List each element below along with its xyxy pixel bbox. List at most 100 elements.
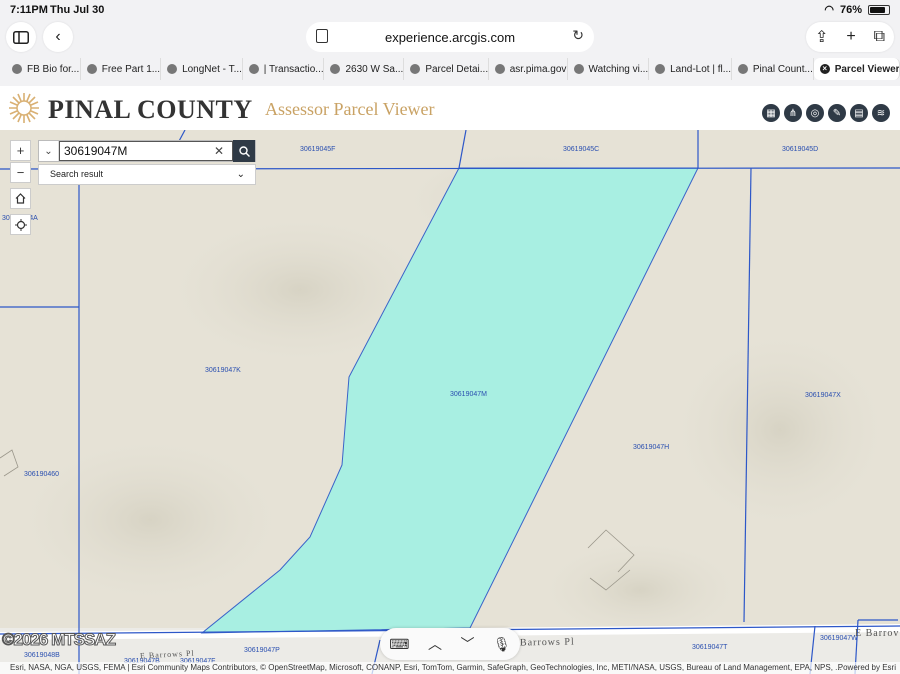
clear-search-button[interactable]: ✕ — [214, 142, 224, 160]
tab-bar: FB Bio for... Free Part 1... LongNet - T..… — [0, 58, 900, 80]
favicon-icon — [737, 64, 748, 74]
browser-tab[interactable]: LongNet - T... — [161, 58, 243, 80]
search-button[interactable] — [233, 140, 255, 162]
widget-toolbar: ▦ ⋔ ◎ ✎ ▤ ≋ — [762, 104, 890, 122]
close-tab-icon[interactable]: × — [819, 64, 830, 74]
locate-button[interactable] — [10, 214, 31, 235]
tab-label: | Transactio... — [263, 63, 324, 75]
home-icon — [15, 193, 26, 204]
browser-tab[interactable]: Watching vi... — [568, 58, 650, 80]
map-attribution: Esri, NASA, NGA, USGS, FEMA | Esri Commu… — [0, 662, 900, 674]
battery-percent: 76% — [839, 3, 862, 16]
search-input-value: 30619047M — [64, 144, 128, 158]
favicon-icon — [167, 64, 178, 74]
app-header: PINAL COUNTY Assessor Parcel Viewer ▦ ⋔ … — [0, 86, 900, 130]
search-input[interactable]: 30619047M ✕ — [59, 141, 233, 161]
reload-icon[interactable]: ↻ — [572, 27, 584, 44]
tab-overview-button[interactable]: ⧉ — [874, 28, 885, 46]
battery-icon — [868, 4, 890, 15]
pinal-county-sun-logo — [9, 93, 39, 123]
tab-label: Parcel Viewer — [834, 63, 900, 75]
tab-label: Watching vi... — [588, 63, 649, 75]
status-indicators: ◠ 76% — [824, 3, 890, 16]
favicon-icon — [86, 64, 97, 74]
app-title: Assessor Parcel Viewer — [265, 99, 435, 119]
tab-label: Pinal Count... — [752, 63, 813, 75]
print-icon[interactable]: ▤ — [850, 104, 868, 122]
powered-by-esri[interactable]: Powered by Esri — [838, 662, 896, 674]
browser-tab[interactable]: asr.pima.gov — [489, 58, 568, 80]
sidebar-icon — [13, 30, 29, 44]
parcel-label: 30619045D — [782, 146, 819, 153]
tab-label: Free Part 1... — [101, 63, 161, 75]
favicon-icon — [330, 64, 341, 74]
parcel-label: 30619048B — [24, 652, 60, 659]
browser-tab[interactable]: × Parcel Viewer — [813, 58, 900, 80]
locate-icon — [14, 218, 27, 231]
sidebar-toggle-button[interactable] — [6, 22, 36, 52]
tab-label: Parcel Detai... — [425, 63, 489, 75]
favicon-icon — [494, 64, 505, 74]
search-result-dropdown[interactable]: Search result ⌄ — [38, 164, 256, 185]
chevron-up-icon[interactable]: ︿ — [428, 634, 442, 654]
favicon-icon — [248, 64, 259, 74]
parcel-label-selected: 30619047M — [450, 391, 487, 398]
chevron-down-icon: ⌄ — [44, 145, 53, 157]
parcel-label: 30619045F — [300, 146, 336, 153]
draw-icon[interactable]: ✎ — [828, 104, 846, 122]
favicon-icon — [410, 64, 421, 74]
basemap-icon[interactable]: ≋ — [872, 104, 890, 122]
parcel-label: 30619047H — [633, 444, 670, 451]
parcel-label: 30619047T — [692, 644, 728, 651]
parcel-label: 30619047W — [820, 635, 858, 642]
tab-label: LongNet - T... — [182, 63, 242, 75]
browser-tab[interactable]: | Transactio... — [243, 58, 325, 80]
measure-icon[interactable]: ◎ — [806, 104, 824, 122]
parcel-label: 306190460 — [24, 471, 60, 478]
microphone-icon[interactable]: 🎙 — [493, 636, 511, 653]
reader-icon — [316, 29, 328, 43]
search-source-dropdown[interactable]: ⌄ — [39, 141, 59, 161]
parcel-label: 30619047P — [244, 647, 280, 654]
new-tab-button[interactable]: + — [846, 28, 855, 46]
zoom-in-button[interactable]: + — [10, 140, 31, 161]
search-icon — [238, 145, 250, 157]
status-bar: 7:11PM Thu Jul 30 ◠ 76% — [0, 0, 900, 20]
browser-tab[interactable]: Parcel Detai... — [404, 58, 489, 80]
favicon-icon — [655, 64, 666, 74]
browser-tab[interactable]: 2630 W Sa... — [324, 58, 405, 80]
status-time: 7:11PM — [10, 4, 48, 16]
keyboard-icon[interactable]: ⌨ — [389, 636, 409, 653]
keyboard-accessory-bar: ⌨ ︿ ﹀ 🎙 — [380, 628, 520, 660]
map-view[interactable]: 30619045F 30619045C 30619045D 30619044A … — [0, 130, 900, 674]
address-text: experience.arcgis.com — [384, 29, 516, 45]
favicon-icon — [573, 64, 584, 74]
parcel-label: 30619047X — [805, 392, 841, 399]
tab-label: FB Bio for... — [27, 63, 80, 75]
county-logo-text: PINAL COUNTY — [48, 95, 253, 124]
attribution-text: Esri, NASA, NGA, USGS, FEMA | Esri Commu… — [10, 663, 842, 672]
browser-tab[interactable]: Land-Lot | fl... — [649, 58, 732, 80]
share-icon[interactable]: ⋔ — [784, 104, 802, 122]
parcel-label: 30619045C — [563, 146, 600, 153]
wifi-icon: ◠ — [824, 4, 834, 16]
watermark: ©2026 MTSSAZ — [2, 630, 117, 650]
road-label: Barrows Pl — [519, 636, 575, 649]
chevron-left-icon: ‹ — [55, 28, 61, 45]
home-button[interactable] — [10, 188, 31, 209]
tab-label: asr.pima.gov — [509, 63, 567, 75]
tab-label: 2630 W Sa... — [345, 63, 404, 75]
search-widget: ⌄ 30619047M ✕ — [38, 140, 256, 162]
address-bar[interactable]: experience.arcgis.com ↻ — [306, 22, 594, 52]
map-canvas — [0, 130, 900, 674]
zoom-out-button[interactable]: − — [10, 162, 31, 183]
chevron-down-icon[interactable]: ﹀ — [460, 634, 474, 654]
browser-tab[interactable]: Pinal Count... — [732, 58, 814, 80]
browser-tab[interactable]: Free Part 1... — [81, 58, 162, 80]
browser-tab[interactable]: FB Bio for... — [6, 58, 81, 80]
back-button[interactable]: ‹ — [43, 22, 73, 52]
road-label: E Barrov — [855, 628, 900, 639]
share-button[interactable]: ⇪ — [815, 27, 828, 47]
parcel-label: 30619047K — [205, 367, 241, 374]
layers-grid-icon[interactable]: ▦ — [762, 104, 780, 122]
